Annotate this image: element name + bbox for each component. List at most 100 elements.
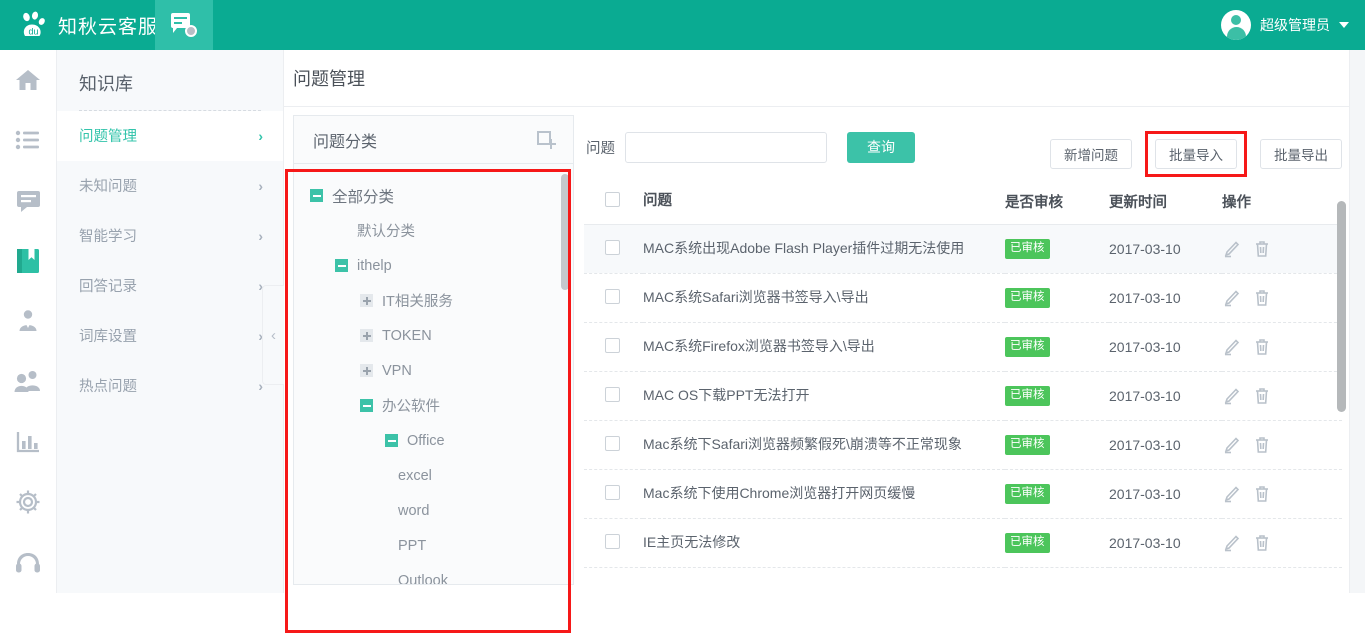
- user-menu[interactable]: 超级管理员: [1221, 0, 1349, 50]
- row-checkbox-cell: [584, 273, 643, 323]
- sidebar-item-answer-records[interactable]: 回答记录 ›: [57, 261, 283, 311]
- add-node-icon[interactable]: [537, 130, 556, 149]
- tree-toggle-minus-icon[interactable]: [335, 259, 348, 272]
- row-checkbox[interactable]: [605, 533, 620, 549]
- column-header-question: 问题: [643, 179, 1005, 225]
- tree-toggle-minus-icon[interactable]: [310, 189, 323, 202]
- rail-item-user[interactable]: [0, 291, 57, 351]
- new-question-button[interactable]: 新增问题: [1050, 139, 1132, 169]
- pencil-icon[interactable]: [1222, 240, 1240, 258]
- row-audit-cell: 已审核: [1005, 371, 1109, 421]
- trash-icon[interactable]: [1254, 289, 1270, 307]
- tree-node-office[interactable]: Office: [294, 423, 573, 458]
- tree-node-label: Outlook: [398, 572, 448, 585]
- home-icon: [15, 68, 41, 92]
- row-checkbox[interactable]: [605, 288, 620, 304]
- pencil-icon[interactable]: [1222, 289, 1240, 307]
- tree-toggle-minus-icon[interactable]: [385, 434, 398, 447]
- row-actions: [1222, 224, 1342, 274]
- tree-node-label: PPT: [398, 537, 427, 554]
- trash-icon[interactable]: [1254, 485, 1270, 503]
- tree-node-label: 办公软件: [382, 399, 440, 415]
- tree-toggle-plus-icon[interactable]: [360, 364, 373, 377]
- rail-item-support[interactable]: [0, 533, 57, 593]
- table-row[interactable]: MAC OS下载PPT无法打开 已审核 2017-03-10: [584, 371, 1342, 421]
- rail-item-home[interactable]: [0, 50, 57, 110]
- sidebar-item-lexicon-settings[interactable]: 词库设置 ›: [57, 311, 283, 361]
- pencil-icon[interactable]: [1222, 387, 1240, 405]
- rail-item-knowledge-base[interactable]: [0, 231, 57, 291]
- select-all-checkbox[interactable]: [605, 191, 620, 207]
- sidebar-item-smart-learning[interactable]: 智能学习 ›: [57, 211, 283, 261]
- tree-node-office-software[interactable]: 办公软件: [294, 388, 573, 423]
- chevron-right-icon: ›: [258, 177, 263, 194]
- tree-node-outlook[interactable]: Outlook: [294, 563, 573, 585]
- batch-export-button[interactable]: 批量导出: [1260, 139, 1342, 169]
- rail-item-statistics[interactable]: [0, 412, 57, 472]
- tree-node-it-services[interactable]: IT相关服务: [294, 283, 573, 318]
- tree-node-ithelp[interactable]: ithelp: [294, 248, 573, 283]
- rail-item-message[interactable]: [0, 171, 57, 231]
- tree-toggle-minus-icon[interactable]: [360, 399, 373, 412]
- row-question: IE主页无法修改: [643, 518, 1005, 568]
- batch-import-button[interactable]: 批量导入: [1155, 139, 1237, 169]
- tree-toggle-plus-icon[interactable]: [360, 294, 373, 307]
- tree-node-token[interactable]: TOKEN: [294, 318, 573, 353]
- row-checkbox[interactable]: [605, 435, 620, 451]
- category-tree-scrollbar[interactable]: [561, 174, 569, 290]
- questions-table-scrollbar[interactable]: [1337, 201, 1346, 412]
- trash-icon[interactable]: [1254, 240, 1270, 258]
- pencil-icon[interactable]: [1222, 534, 1240, 552]
- tree-node-excel[interactable]: excel: [294, 458, 573, 493]
- pencil-icon[interactable]: [1222, 436, 1240, 454]
- table-row[interactable]: MAC系统Safari浏览器书签导入\导出 已审核 2017-03-10: [584, 273, 1342, 323]
- search-input[interactable]: [625, 131, 827, 163]
- row-checkbox[interactable]: [605, 337, 620, 353]
- trash-icon[interactable]: [1254, 338, 1270, 356]
- row-update-time: 2017-03-10: [1109, 518, 1222, 568]
- status-badge: 已审核: [1005, 533, 1050, 553]
- tree-node-word[interactable]: word: [294, 493, 573, 528]
- row-question: Mac系统下Safari浏览器频繁假死\崩溃等不正常现象: [643, 420, 1005, 470]
- tree-node-ppt[interactable]: PPT: [294, 528, 573, 563]
- status-badge: 已审核: [1005, 337, 1050, 357]
- pencil-icon[interactable]: [1222, 338, 1240, 356]
- tree-node-default-category[interactable]: 默认分类: [294, 213, 573, 248]
- table-row[interactable]: IE主页无法修改 已审核 2017-03-10: [584, 518, 1342, 568]
- batch-import-highlight-box: 批量导入: [1145, 131, 1247, 177]
- sidebar-item-hot-questions[interactable]: 热点问题 ›: [57, 361, 283, 411]
- sidebar: 知识库 问题管理 › 未知问题 › 智能学习 › 回答记录 › 词库设置 › 热…: [57, 50, 284, 593]
- tree-node-all-categories[interactable]: 全部分类: [294, 178, 573, 213]
- row-checkbox[interactable]: [605, 239, 620, 255]
- sidebar-collapse-handle[interactable]: ‹: [262, 285, 284, 385]
- table-row[interactable]: MAC系统Firefox浏览器书签导入\导出 已审核 2017-03-10: [584, 322, 1342, 372]
- table-row[interactable]: Mac系统下Safari浏览器频繁假死\崩溃等不正常现象 已审核 2017-03…: [584, 420, 1342, 470]
- page-scrollbar-track[interactable]: [1349, 50, 1365, 593]
- trash-icon[interactable]: [1254, 534, 1270, 552]
- user-name: 超级管理员: [1260, 17, 1330, 33]
- sidebar-item-question-management[interactable]: 问题管理 ›: [57, 111, 283, 161]
- rail-item-settings[interactable]: [0, 472, 57, 532]
- trash-icon[interactable]: [1254, 436, 1270, 454]
- sidebar-item-unknown-questions[interactable]: 未知问题 ›: [57, 161, 283, 211]
- trash-icon[interactable]: [1254, 387, 1270, 405]
- app-tab-chat[interactable]: [155, 0, 213, 50]
- table-row[interactable]: Mac系统下使用Chrome浏览器打开网页缓慢 已审核 2017-03-10: [584, 469, 1342, 519]
- column-header-update-time: 更新时间: [1109, 179, 1222, 225]
- tree-node-vpn[interactable]: VPN: [294, 353, 573, 388]
- row-actions: [1222, 469, 1342, 519]
- row-update-time: 2017-03-10: [1109, 469, 1222, 519]
- rail-item-users[interactable]: [0, 352, 57, 412]
- row-checkbox[interactable]: [605, 484, 620, 500]
- tree-toggle-plus-icon[interactable]: [360, 329, 373, 342]
- row-checkbox[interactable]: [605, 386, 620, 402]
- pencil-icon[interactable]: [1222, 485, 1240, 503]
- column-header-actions: 操作: [1222, 179, 1342, 225]
- rail-item-list[interactable]: [0, 110, 57, 170]
- tree-toggle-none-icon: [335, 224, 348, 237]
- tree-node-label: excel: [398, 467, 432, 484]
- table-row[interactable]: MAC系统出现Adobe Flash Player插件过期无法使用 已审核 20…: [584, 224, 1342, 274]
- row-update-time: 2017-03-10: [1109, 224, 1222, 274]
- query-button[interactable]: 查询: [847, 131, 915, 163]
- chevron-down-icon: [1339, 22, 1349, 28]
